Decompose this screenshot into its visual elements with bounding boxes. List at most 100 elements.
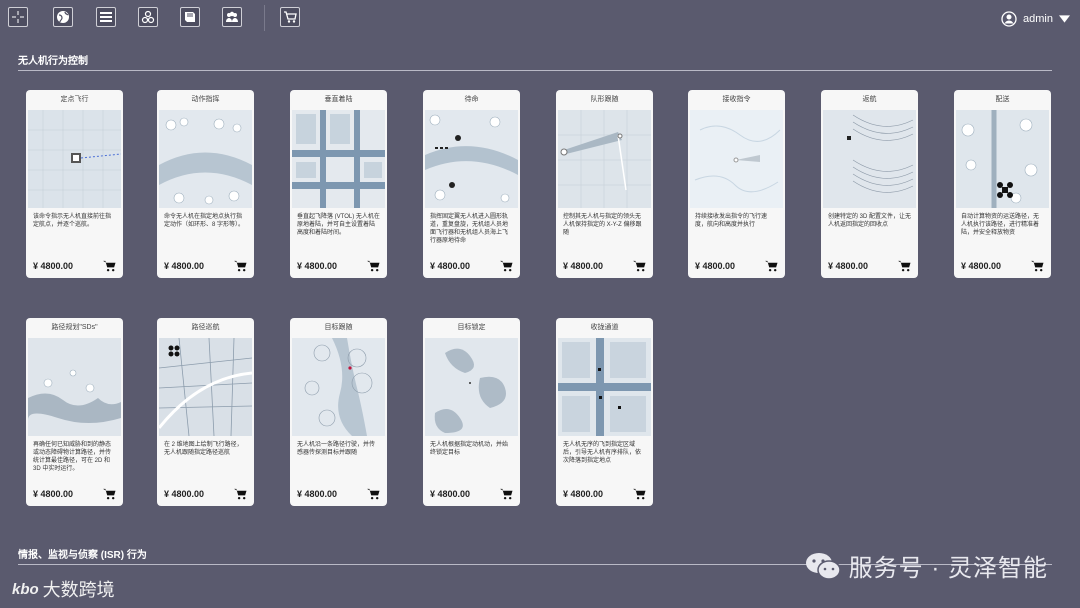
product-card[interactable]: 待命 指挥固定翼无人机进入圆形轨道，重复盘旋，无机组人员地面飞行器和无机组人员海…	[423, 90, 520, 278]
watermark-logo: kbo	[12, 580, 39, 598]
add-to-cart-button[interactable]	[103, 488, 116, 500]
card-price: ¥ 4800.00	[430, 261, 471, 271]
card-image	[292, 110, 385, 208]
product-card[interactable]: 返航 创建特定的 3D 配置文件，让无人机返回指定的回收点 ¥ 4800.00	[821, 90, 918, 278]
cart-icon	[103, 488, 116, 500]
card-description: 垂直起飞降落 (VTOL) 无人机在原地着陆，并可自主设置着陆高度和着陆时间。	[297, 214, 380, 236]
product-card[interactable]: 垂直着陆 垂直起飞降落 (VTOL) 无人机在原地着陆，并可自主设置着陆高度和着…	[290, 90, 387, 278]
toolbar-divider	[264, 5, 265, 31]
product-card[interactable]: 路径规划"SDs" 再确任何已知威胁和到的静态或动态障碍物计算路径，并传统计算最…	[26, 318, 123, 506]
cart-icon	[234, 488, 247, 500]
card-title: 路径规划"SDs"	[51, 324, 98, 331]
card-description: 指挥固定翼无人机进入圆形轨道，重复盘旋，无机组人员地面飞行器和无机组人员海上飞行…	[430, 214, 509, 244]
chevron-down-icon	[1059, 15, 1070, 23]
cart-icon	[367, 488, 380, 500]
add-to-cart-button[interactable]	[500, 260, 513, 272]
cart-icon	[500, 260, 513, 272]
list-button[interactable]	[96, 7, 116, 27]
book-button[interactable]	[180, 7, 200, 27]
user-menu[interactable]: admin	[1001, 10, 1070, 28]
card-image	[28, 338, 121, 436]
add-to-cart-button[interactable]	[633, 260, 646, 272]
card-description: 该命令指示无人机直接前往指定航点，并逐个巡航。	[33, 214, 112, 228]
product-card[interactable]: 路径巡航 在 2 维地图上绘制飞行路径，无人机跟随指定路径巡航 ¥ 4800.0…	[157, 318, 254, 506]
add-to-cart-button[interactable]	[103, 260, 116, 272]
card-title: 配送	[995, 96, 1010, 103]
card-price: ¥ 4800.00	[33, 261, 74, 271]
globe-icon	[57, 11, 69, 23]
card-price: ¥ 4800.00	[297, 261, 338, 271]
cart-icon	[234, 260, 247, 272]
card-title: 目标锁定	[457, 324, 486, 331]
wechat-icon	[805, 552, 841, 580]
cart-icon	[1031, 260, 1044, 272]
card-image	[558, 338, 651, 436]
product-card[interactable]: 动作指挥 命令无人机在指定地点执行指定动作（如环形、8 字形等）。 ¥ 4800…	[157, 90, 254, 278]
card-description: 持续接收发出指令的飞行速度，航向和高度并执行	[695, 214, 768, 228]
add-to-cart-button[interactable]	[633, 488, 646, 500]
card-title: 待命	[464, 96, 479, 103]
card-price: ¥ 4800.00	[695, 261, 736, 271]
cart-icon	[284, 11, 297, 23]
crosshair-button[interactable]	[8, 7, 28, 27]
user-avatar-icon	[1001, 11, 1017, 27]
product-card[interactable]: 定点飞行 该命令指示无人机直接前往指定航点，并逐个巡航。 ¥ 4800.00	[26, 90, 123, 278]
add-to-cart-button[interactable]	[765, 260, 778, 272]
card-description: 无人机无序的飞到指定区域后，引导无人机有序排队，依次降落到指定地点	[563, 442, 642, 464]
card-title: 目标跟随	[324, 324, 353, 331]
product-card[interactable]: 配送 自动计算物资的运送路径，无人机执行该路径，进行精准着陆，并安全释放物资 ¥…	[954, 90, 1051, 278]
card-description: 再确任何已知威胁和到的静态或动态障碍物计算路径，并传统计算最佳路径，可在 2D …	[33, 442, 112, 472]
add-to-cart-button[interactable]	[1031, 260, 1044, 272]
group-icon	[141, 10, 155, 24]
card-description: 在 2 维地图上绘制飞行路径，无人机跟随指定路径巡航	[164, 442, 243, 456]
card-price: ¥ 4800.00	[563, 261, 604, 271]
product-card[interactable]: 接收指令 持续接收发出指令的飞行速度，航向和高度并执行 ¥ 4800.00	[688, 90, 785, 278]
card-image	[558, 110, 651, 208]
add-to-cart-button[interactable]	[234, 488, 247, 500]
cart-icon	[103, 260, 116, 272]
group-button[interactable]	[138, 7, 158, 27]
add-to-cart-button[interactable]	[898, 260, 911, 272]
add-to-cart-button[interactable]	[500, 488, 513, 500]
globe-button[interactable]	[53, 7, 73, 27]
card-image	[690, 110, 783, 208]
add-to-cart-button[interactable]	[367, 488, 380, 500]
card-image	[956, 110, 1049, 208]
product-card[interactable]: 目标跟随 无人机沿一条路径行驶，并传感器传探测目标并跟随 ¥ 4800.00	[290, 318, 387, 506]
cart-button[interactable]	[280, 7, 300, 27]
product-card[interactable]: 目标锁定 无人机根据指定动机动，并始终锁定目标 ¥ 4800.00	[423, 318, 520, 506]
card-title: 路径巡航	[191, 324, 220, 331]
card-image	[425, 110, 518, 208]
username: admin	[1023, 13, 1053, 25]
cart-icon	[500, 488, 513, 500]
watermark-right: 服务号 · 灵泽智能	[805, 548, 1048, 583]
watermark-right-text: 服务号 · 灵泽智能	[848, 555, 1048, 582]
card-price: ¥ 4800.00	[828, 261, 869, 271]
cart-icon	[367, 260, 380, 272]
card-image	[159, 338, 252, 436]
cart-icon	[765, 260, 778, 272]
product-card[interactable]: 队形跟随 控制其无人机与指定的领头无人机保持指定的 X-Y-Z 偏移跟随 ¥ 4…	[556, 90, 653, 278]
book-icon	[185, 12, 195, 22]
card-title: 定点飞行	[60, 96, 89, 103]
top-toolbar: admin	[0, 0, 1080, 38]
product-card[interactable]: 收拢通道 无人机无序的飞到指定区域后，引导无人机有序排队，依次降落到指定地点 ¥…	[556, 318, 653, 506]
card-price: ¥ 4800.00	[563, 489, 604, 499]
section-title-uav-behavior: 无人机行为控制	[18, 56, 88, 67]
crosshair-icon	[12, 11, 24, 23]
section-title-isr: 情报、监视与侦察 (ISR) 行为	[18, 550, 147, 561]
card-title: 动作指挥	[191, 96, 220, 103]
cart-icon	[633, 260, 646, 272]
card-image	[28, 110, 121, 208]
cart-icon	[633, 488, 646, 500]
card-description: 自动计算物资的运送路径，无人机执行该路径，进行精准着陆，并安全释放物资	[961, 214, 1040, 236]
people-button[interactable]	[222, 7, 242, 27]
list-icon	[100, 12, 112, 22]
card-title: 返航	[862, 96, 877, 103]
add-to-cart-button[interactable]	[367, 260, 380, 272]
add-to-cart-button[interactable]	[234, 260, 247, 272]
card-image	[159, 110, 252, 208]
card-price: ¥ 4800.00	[164, 261, 205, 271]
card-price: ¥ 4800.00	[961, 261, 1002, 271]
card-title: 垂直着陆	[324, 96, 353, 103]
